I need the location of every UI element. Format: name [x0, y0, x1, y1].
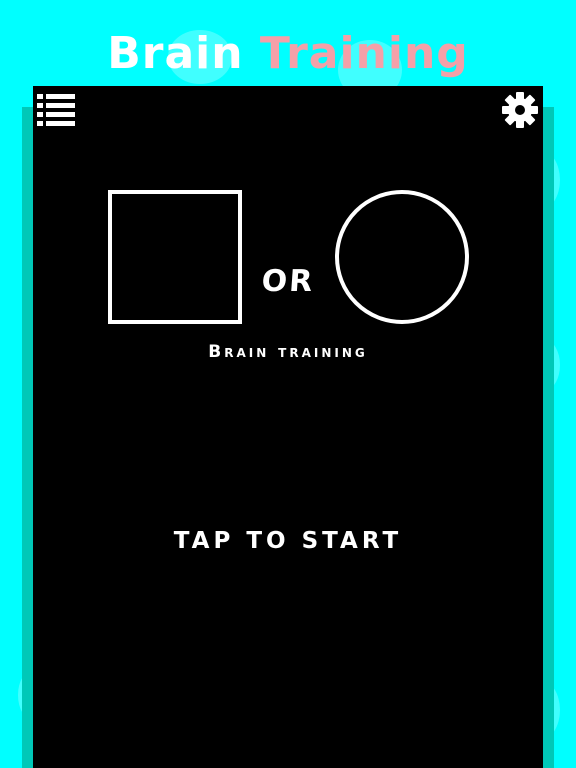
circle-shape	[335, 190, 469, 324]
list-icon	[37, 94, 75, 126]
settings-button[interactable]	[501, 91, 539, 129]
menu-button[interactable]	[37, 94, 75, 126]
tap-to-start-button[interactable]: TAP TO START	[33, 528, 543, 554]
game-screen[interactable]: OR Brain training TAP TO START	[33, 86, 543, 768]
square-shape	[108, 190, 242, 324]
game-subtitle: Brain training	[208, 342, 368, 362]
app-title-word-1: Brain	[107, 28, 244, 79]
gear-icon	[502, 92, 538, 128]
or-label: OR	[260, 264, 316, 299]
app-title-word-2: Training	[259, 28, 469, 79]
app-title: Brain Training	[0, 28, 576, 79]
